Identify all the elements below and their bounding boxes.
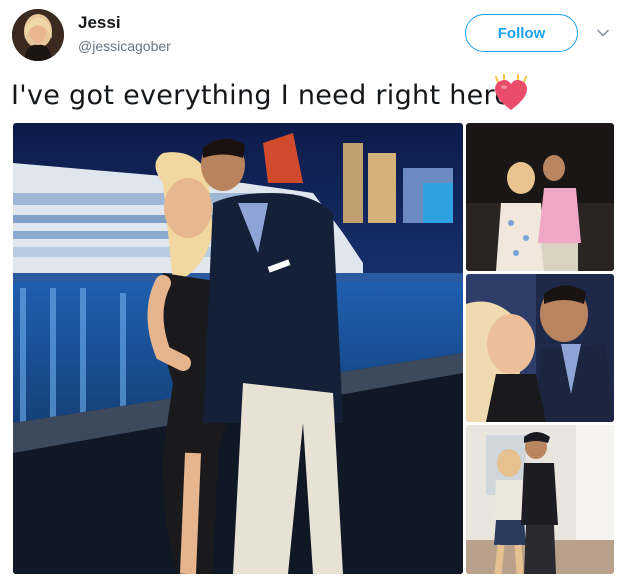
follow-button[interactable]: Follow: [465, 14, 578, 52]
photo-night-couple: [466, 123, 614, 271]
avatar-image: [12, 9, 64, 61]
photo-main[interactable]: [13, 123, 463, 574]
avatar[interactable]: [12, 9, 64, 61]
photo-top-right[interactable]: [466, 123, 614, 271]
tweet-header: Jessi @jessicagober Follow: [12, 9, 612, 61]
tweet-text: I've got everything I need right here: [11, 80, 512, 111]
user-handle[interactable]: @jessicagober: [78, 38, 171, 54]
beating-heart-emoji: [495, 74, 527, 110]
media-grid: [13, 123, 614, 574]
photo-indoor-couple: [466, 425, 614, 574]
photo-selfie-couple: [466, 274, 614, 422]
display-name[interactable]: Jessi: [78, 13, 121, 33]
photo-middle-right[interactable]: [466, 274, 614, 422]
photo-cruise-ship-couple: [13, 123, 463, 574]
chevron-down-icon[interactable]: [595, 25, 611, 41]
photo-bottom-right[interactable]: [466, 425, 614, 574]
